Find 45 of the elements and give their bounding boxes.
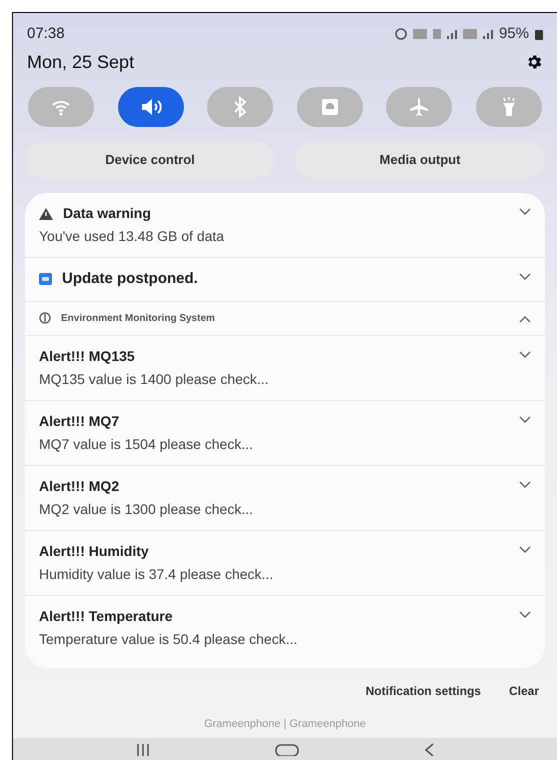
home-icon[interactable] xyxy=(275,742,299,756)
expand-chevron-icon[interactable] xyxy=(519,350,531,358)
panel-button[interactable]: Device control xyxy=(25,141,275,179)
lock-toggle[interactable] xyxy=(296,87,363,127)
expand-chevron-icon[interactable] xyxy=(519,544,531,552)
notification-title: Update postponed. xyxy=(62,269,198,289)
date-label: Mon, 25 Sept xyxy=(27,50,134,74)
back-icon[interactable] xyxy=(423,742,435,756)
signal-icon xyxy=(482,29,493,39)
notification-title: Alert!!! MQ2 xyxy=(39,476,120,496)
notification-title: Alert!!! Temperature xyxy=(39,606,173,626)
status-time: 07:38 xyxy=(27,24,65,44)
expand-chevron-icon[interactable] xyxy=(519,480,531,488)
app-icon xyxy=(39,312,51,324)
recent-apps-icon[interactable] xyxy=(135,742,151,756)
notification-text: MQ135 value is 1400 please check... xyxy=(39,370,269,389)
notification-text: MQ7 value is 1504 please check... xyxy=(39,434,254,454)
footer-action[interactable]: Clear xyxy=(508,682,539,700)
notification-text: Temperature value is 50.4 please check... xyxy=(39,630,298,649)
battery-icon xyxy=(535,28,543,40)
notification-text: Humidity value is 37.4 please check... xyxy=(39,564,274,584)
notification-text: You've used 13.48 GB of data xyxy=(39,227,224,246)
collapse-chevron-icon[interactable] xyxy=(519,314,531,322)
expand-chevron-icon[interactable] xyxy=(519,272,531,280)
bluetooth-toggle[interactable] xyxy=(207,87,274,127)
sound-toggle[interactable] xyxy=(118,87,184,127)
expand-chevron-icon[interactable] xyxy=(519,414,531,422)
battery-level: 95% xyxy=(498,24,529,44)
notification-title: Alert!!! MQ7 xyxy=(39,412,120,431)
warning-icon xyxy=(39,208,53,220)
airplane-toggle[interactable] xyxy=(386,87,452,127)
notification-title: Alert!!! Humidity xyxy=(39,542,149,561)
wifi-toggle[interactable] xyxy=(28,87,94,127)
expand-chevron-icon[interactable] xyxy=(519,207,531,215)
flashlight-toggle[interactable] xyxy=(476,87,542,127)
notification-title: Alert!!! MQ135 xyxy=(39,346,135,366)
app-name: Environment Monitoring System xyxy=(61,312,215,326)
update-icon xyxy=(39,273,52,286)
carrier-label: Grameenphone | Grameenphone xyxy=(204,716,366,732)
signal-icon xyxy=(446,29,457,39)
footer-action[interactable]: Notification settings xyxy=(366,682,481,700)
panel-button[interactable]: Media output xyxy=(295,141,545,179)
notification-text: MQ2 value is 1300 please check... xyxy=(39,500,254,519)
expand-chevron-icon[interactable] xyxy=(519,610,531,618)
notification-title: Data warning xyxy=(63,204,151,223)
